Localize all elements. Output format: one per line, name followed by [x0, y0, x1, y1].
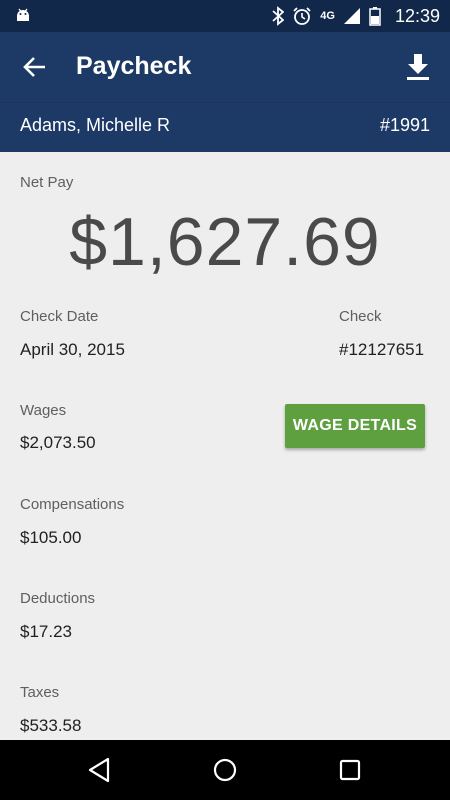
download-icon[interactable]: [404, 52, 432, 82]
arrow-left-icon[interactable]: [22, 54, 48, 80]
back-triangle-icon[interactable]: [87, 757, 111, 783]
home-circle-icon[interactable]: [212, 757, 238, 783]
paycheck-details: Net Pay $1,627.69 Check Date April 30, 2…: [0, 151, 450, 740]
network-type: 4G: [320, 10, 335, 22]
check-date-value: April 30, 2015: [20, 340, 125, 359]
page-title: Paycheck: [76, 52, 192, 80]
signal-icon: [343, 8, 360, 24]
wage-details-button[interactable]: WAGE DETAILS: [285, 404, 425, 448]
app-bar: Paycheck: [0, 32, 450, 102]
wages-label: Wages: [20, 402, 67, 419]
android-icon: [17, 8, 29, 21]
taxes-label: Taxes: [20, 684, 60, 701]
check-number-value: #12127651: [339, 340, 425, 359]
check-date-label: Check Date: [20, 308, 99, 325]
check-label: Check: [339, 308, 382, 325]
deductions-label: Deductions: [20, 590, 96, 607]
bluetooth-icon: [272, 6, 285, 26]
employee-bar: Adams, Michelle R #1991: [0, 102, 450, 152]
compensations-value: $105.00: [20, 528, 82, 547]
wages-value: $2,073.50: [20, 433, 96, 452]
employee-id: #1991: [379, 115, 430, 135]
alarm-icon: [293, 7, 311, 25]
deductions-value: $17.23: [20, 622, 72, 641]
employee-name: Adams, Michelle R: [20, 115, 171, 135]
clock: 12:39: [394, 5, 440, 26]
navigation-bar: [0, 740, 450, 800]
recents-square-icon[interactable]: [338, 758, 362, 782]
net-pay-amount: $1,627.69: [69, 204, 381, 280]
taxes-value: $533.58: [20, 716, 82, 735]
battery-icon: [369, 7, 381, 26]
net-pay-label: Net Pay: [20, 174, 74, 191]
status-bar: 4G 12:39: [0, 0, 450, 32]
compensations-label: Compensations: [20, 496, 125, 513]
